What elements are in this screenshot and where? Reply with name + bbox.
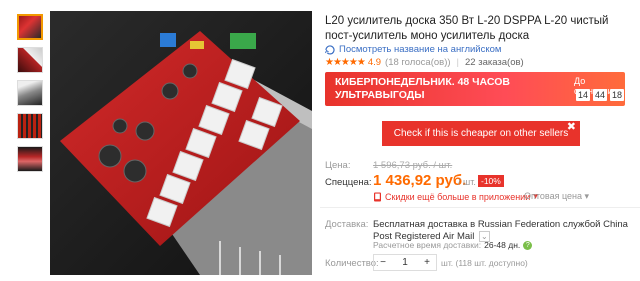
rating-separator: | [456, 57, 460, 68]
thumbnail-4[interactable] [17, 113, 43, 139]
old-price: 1 596,73 руб. / шт. [373, 160, 453, 171]
quantity-plus-button[interactable]: + [418, 257, 436, 268]
promo-text: КИБЕРПОНЕДЕЛЬНИК. 48 ЧАСОВ УЛЬТРАВЫГОДЫ [335, 76, 510, 101]
product-main-image[interactable] [50, 11, 312, 275]
app-discount-link[interactable]: Скидки ещё больше в приложении ▾ [373, 191, 538, 202]
check-cheaper-button[interactable]: Check if this is cheaper on other seller… [382, 121, 580, 146]
discount-badge: -10% [478, 175, 504, 187]
old-price-label: Цена: [325, 160, 351, 171]
phone-icon [374, 192, 381, 201]
translate-link-text: Посмотреть название на английском [339, 44, 502, 55]
wholesale-price-link[interactable]: Оптовая цена ▾ [524, 191, 589, 202]
delivery-text: Бесплатная доставка в Russian Federation… [373, 219, 628, 242]
quantity-input[interactable]: 1 [392, 257, 418, 268]
thumbnail-1[interactable] [17, 14, 43, 40]
delivery-time-value: 26-48 дн. [484, 240, 521, 250]
rating-value: 4.9 [367, 57, 382, 68]
delivery-time: Расчетное время доставки: 26-48 дн. ? [373, 240, 533, 250]
sale-price-label: Спеццена: [325, 177, 372, 188]
thumbnail-5[interactable] [17, 146, 43, 172]
sale-price: 1 436,92 руб. [373, 172, 467, 189]
timer-minutes: 44 [593, 89, 607, 101]
quantity-stepper: − 1 + [373, 254, 437, 271]
rating-row: ★★★★★ 4.9 (18 голоса(ов)) | 22 заказа(ов… [325, 57, 524, 68]
promo-timer: 14 44 18 [576, 89, 624, 101]
thumbnail-list [17, 14, 45, 179]
app-discount-text: Скидки ещё больше в приложении [385, 191, 531, 202]
quantity-minus-button[interactable]: − [374, 257, 392, 268]
rating-stars-icon[interactable]: ★★★★★ [325, 57, 366, 68]
quantity-label: Количество: [325, 258, 379, 269]
timer-hours: 14 [576, 89, 590, 101]
thumbnail-3[interactable] [17, 80, 43, 106]
quantity-available: шт. (118 шт. доступно) [441, 258, 528, 268]
translate-icon [325, 44, 335, 55]
promo-banner[interactable]: КИБЕРПОНЕДЕЛЬНИК. 48 ЧАСОВ УЛЬТРАВЫГОДЫ … [325, 72, 625, 106]
thumbnail-2[interactable] [17, 47, 43, 73]
translate-title-link[interactable]: Посмотреть название на английском [325, 44, 501, 55]
check-cheaper-label: Check if this is cheaper on other seller… [393, 128, 569, 139]
per-unit: / шт. [458, 177, 476, 187]
delivery-label: Доставка: [325, 219, 369, 230]
delivery-time-label: Расчетное время доставки: [373, 240, 482, 250]
rating-votes[interactable]: (18 голоса(ов)) [385, 57, 451, 68]
divider [320, 207, 640, 208]
amplifier-board-picture [50, 11, 312, 275]
timer-seconds: 18 [610, 89, 624, 101]
close-icon[interactable]: ✖ [567, 121, 576, 134]
orders-count: 22 заказа(ов) [465, 57, 524, 68]
product-title: L20 усилитель доска 350 Вт L-20 DSPPA L-… [325, 15, 609, 42]
help-icon[interactable]: ? [523, 240, 533, 250]
